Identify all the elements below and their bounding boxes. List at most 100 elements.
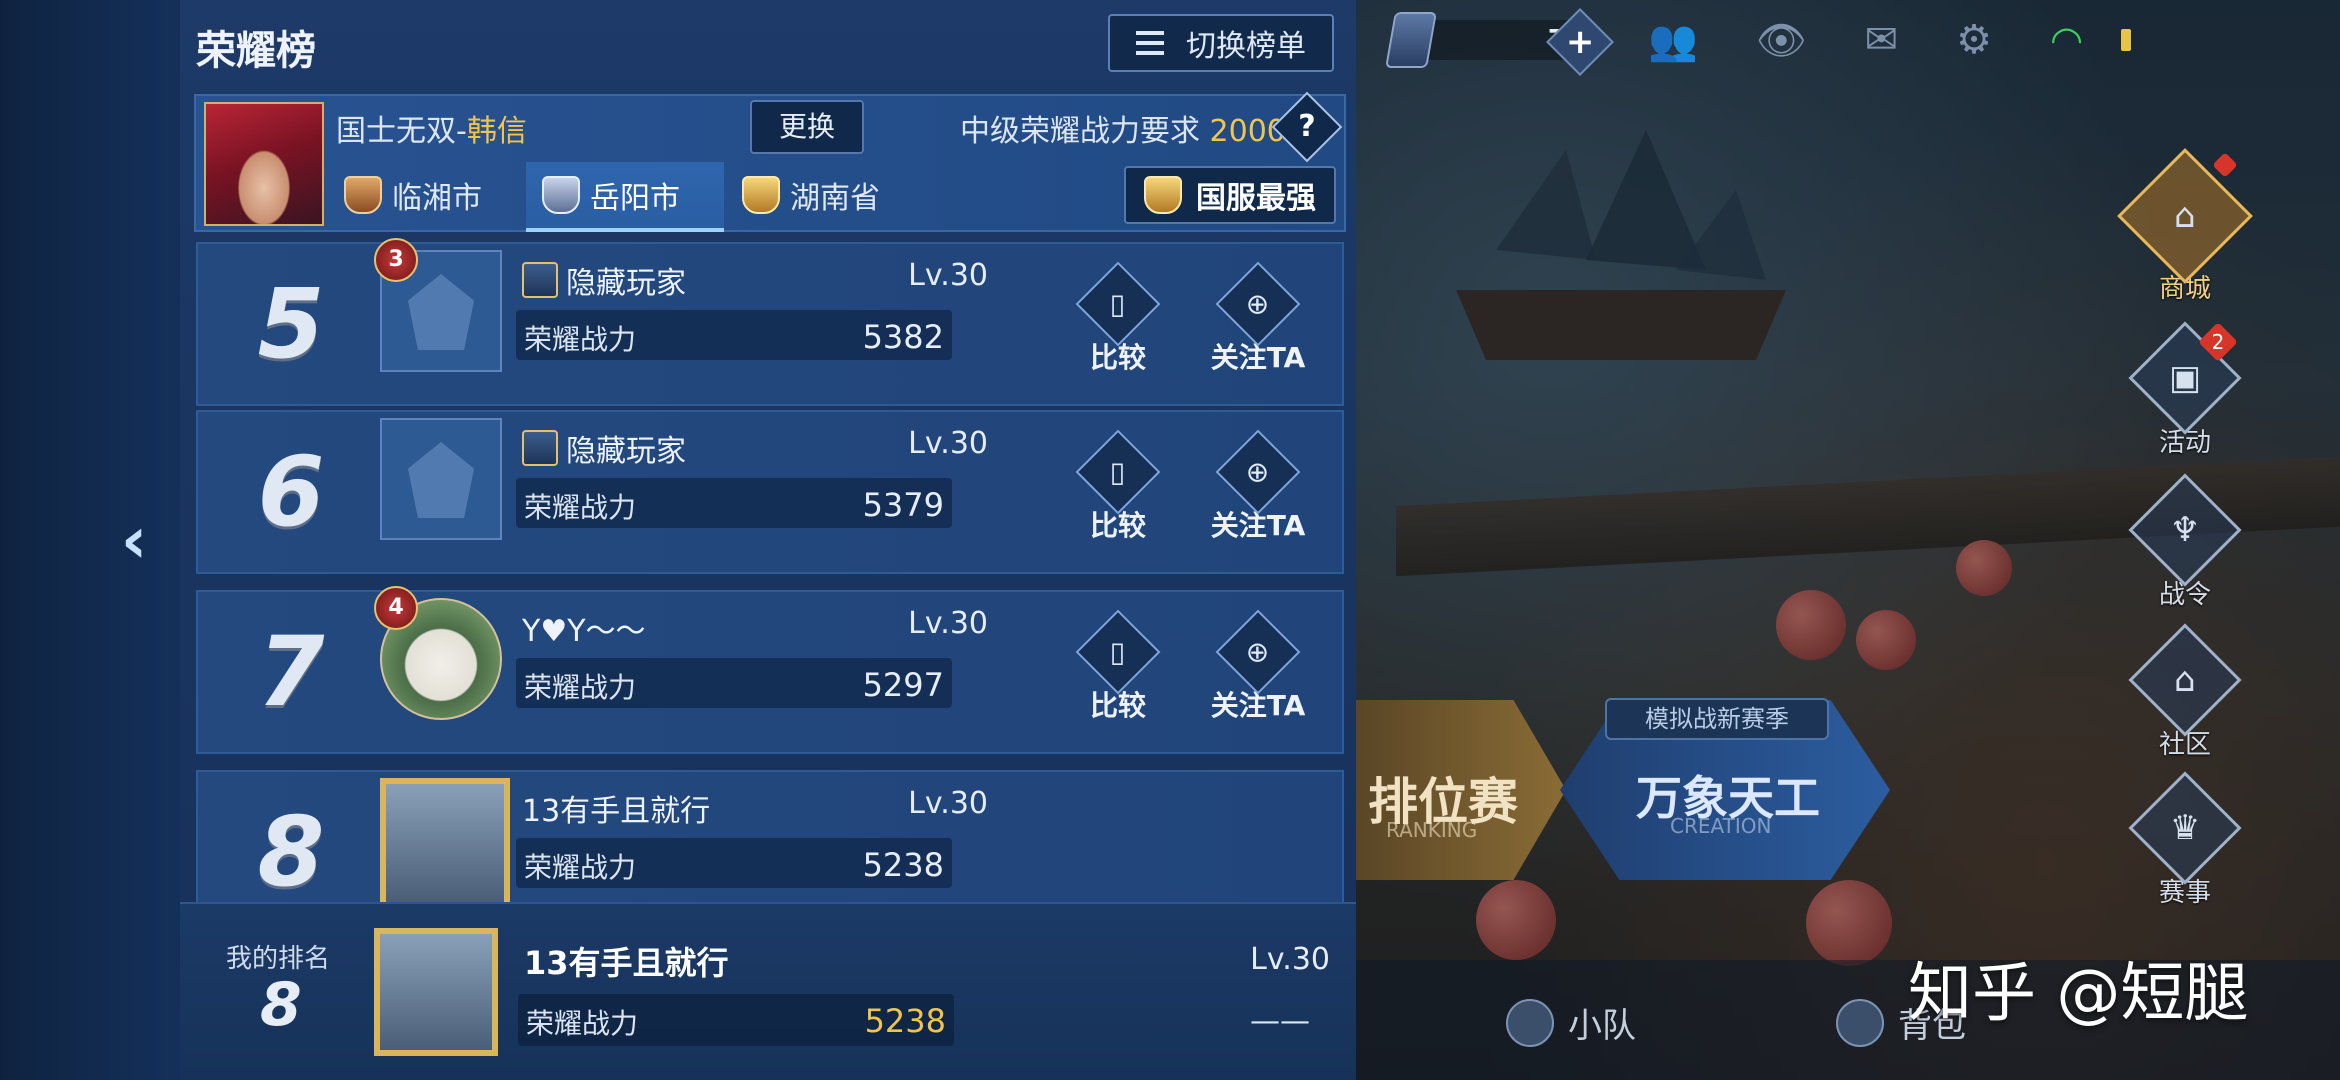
player-level: Lv.30 (908, 786, 988, 821)
tab-city-linxiang[interactable]: 临湘市 (328, 162, 498, 228)
left-strip: ‹ (0, 0, 180, 1080)
my-avatar (374, 928, 498, 1056)
nav-team-label: 小队 (1568, 1006, 1636, 1046)
compare-button[interactable]: ▯ 比较 (1058, 261, 1178, 376)
nav-team[interactable]: 小队 (1506, 998, 1636, 1047)
new-season-tag: 模拟战新赛季 (1605, 698, 1829, 740)
add-gems-button[interactable]: + (1546, 8, 1614, 76)
watermark: 知乎 @短腿 (1908, 957, 2249, 1031)
power-requirement: 中级荣耀战力要求 2000 (960, 106, 1286, 150)
hero-name: 韩信 (466, 114, 527, 149)
side-item-shop[interactable]: ⌂ 商城 (2117, 148, 2253, 305)
tab-city-yueyang[interactable]: 岳阳市 (526, 162, 724, 232)
player-level: Lv.30 (908, 258, 988, 293)
page-title: 荣耀榜 (196, 28, 316, 74)
plus-icon: + (1565, 22, 1595, 62)
battery-icon (2121, 29, 2132, 51)
player-name-text: Y♥Y～～ (522, 614, 646, 649)
gear-icon[interactable]: ⚙ (1956, 17, 1992, 63)
add-friend-icon: ⊕ (1215, 429, 1301, 515)
follow-button[interactable]: ⊕ 关注TA (1198, 261, 1318, 376)
side-item-battle-pass[interactable]: ♆ 战令 (2128, 473, 2242, 611)
national-best-button[interactable]: 国服最强 (1124, 166, 1336, 224)
power-label: 荣耀战力 (524, 671, 637, 704)
power-value: 5379 (862, 486, 944, 524)
my-player-level: Lv.30 (1250, 942, 1330, 977)
hero-selector-card: 国士无双-韩信 更换 中级荣耀战力要求 2000 ? 临湘市 岳阳市 湖南省 国… (194, 91, 1346, 232)
compare-button[interactable]: ▯ 比较 (1058, 429, 1178, 544)
bronze-shield-icon (344, 176, 382, 214)
leaderboard-row[interactable]: 6 隐藏玩家 Lv.30 荣耀战力 5379 ▯ 比较 ⊕ 关注TA (196, 410, 1344, 574)
wifi-icon: ◠ (2049, 18, 2084, 62)
question-icon: ? (1298, 109, 1316, 144)
honor-leaderboard-panel: 荣耀榜 切换榜单 国士无双-韩信 更换 中级荣耀战力要求 2000 ? 临湘市 … (180, 0, 1356, 1080)
bag-icon (1836, 998, 1884, 1047)
my-rank-change: —— (1250, 1004, 1310, 1039)
power-box: 荣耀战力 5382 (516, 310, 952, 360)
side-item-community[interactable]: ⌂ 社区 (2128, 623, 2242, 761)
flag-icon (1506, 998, 1554, 1047)
top-status-bar: 7 + 👥 👁 ✉ ⚙ ◠ (1385, 8, 2330, 76)
notification-badge: 2 (2198, 322, 2238, 362)
power-box: 荣耀战力 5238 (516, 838, 952, 888)
my-power-value: 5238 (864, 1002, 946, 1040)
my-rank-number: 8 (260, 970, 302, 1040)
my-power-box: 荣耀战力 5238 (518, 994, 954, 1046)
eye-icon[interactable]: 👁 (1756, 17, 1807, 64)
power-label: 荣耀战力 (524, 491, 637, 524)
crown-shield-icon (1144, 176, 1182, 214)
compare-icon: ▯ (1075, 261, 1161, 347)
ranking-mode-subtitle: RANKING (1386, 818, 1478, 842)
switch-board-button[interactable]: 切换榜单 (1108, 14, 1334, 72)
player-name-text: 隐藏玩家 (566, 266, 686, 301)
house-icon: ⌂ (2128, 623, 2242, 737)
national-best-label: 国服最强 (1196, 181, 1316, 216)
gem-counter[interactable]: 7 + (1385, 8, 1614, 76)
hero-title-prefix: 国士无双- (336, 114, 467, 149)
player-name: 13有手且就行 (522, 786, 710, 830)
add-friend-icon: ⊕ (1215, 261, 1301, 347)
hero-title: 国士无双-韩信 (336, 106, 527, 150)
add-friend-icon: ⊕ (1215, 609, 1301, 695)
player-name: 隐藏玩家 (522, 426, 686, 470)
follow-button[interactable]: ⊕ 关注TA (1198, 609, 1318, 724)
side-item-tournament[interactable]: ♛ 赛事 (2128, 771, 2242, 909)
side-item-events[interactable]: ▣ 活动 2 (2128, 321, 2242, 459)
collapse-panel-button[interactable]: ‹ (110, 504, 158, 578)
leaderboard-row[interactable]: 7 4 Y♥Y～～ Lv.30 荣耀战力 5297 ▯ 比较 ⊕ 关注TA (196, 586, 1344, 754)
power-label: 荣耀战力 (524, 851, 637, 884)
follow-button[interactable]: ⊕ 关注TA (1198, 429, 1318, 544)
power-value: 5238 (862, 846, 944, 884)
power-value: 5297 (862, 666, 944, 704)
change-hero-button[interactable]: 更换 (750, 100, 864, 154)
power-value: 5382 (862, 318, 944, 356)
requirement-label: 中级荣耀战力要求 (960, 114, 1200, 149)
gold-shield-icon (742, 176, 780, 214)
player-level: Lv.30 (908, 606, 988, 641)
rank-number: 8 (257, 796, 325, 908)
help-button[interactable]: ? (1271, 91, 1343, 163)
my-rank-footer: 我的排名 8 13有手且就行 Lv.30 荣耀战力 5238 —— (180, 902, 1356, 1080)
compare-icon: ▯ (1075, 609, 1161, 695)
power-box: 荣耀战力 5379 (516, 478, 952, 528)
hidden-player-avatar (380, 418, 502, 540)
leaderboard-row[interactable]: 5 3 隐藏玩家 Lv.30 荣耀战力 5382 ▯ 比较 ⊕ 关注TA (196, 238, 1344, 406)
tab-label: 临湘市 (392, 181, 482, 216)
friends-icon[interactable]: 👥 (1648, 17, 1698, 64)
hero-portrait[interactable] (204, 102, 324, 226)
mail-icon[interactable]: ✉ (1865, 17, 1899, 63)
player-avatar (380, 778, 510, 908)
power-box: 荣耀战力 5297 (516, 658, 952, 708)
creation-mode-subtitle: CREATION (1670, 814, 1772, 838)
player-name: 隐藏玩家 (522, 258, 686, 302)
rank-level-badge: 4 (374, 586, 418, 630)
list-icon (1136, 31, 1164, 55)
hidden-player-icon (522, 430, 558, 466)
silver-shield-icon (542, 176, 580, 214)
rank-number: 7 (257, 616, 325, 728)
rank-number: 6 (257, 436, 325, 548)
rank-number: 5 (257, 268, 325, 380)
tab-province-hunan[interactable]: 湖南省 (726, 162, 896, 228)
compare-button[interactable]: ▯ 比较 (1058, 609, 1178, 724)
player-name-text: 隐藏玩家 (566, 434, 686, 469)
